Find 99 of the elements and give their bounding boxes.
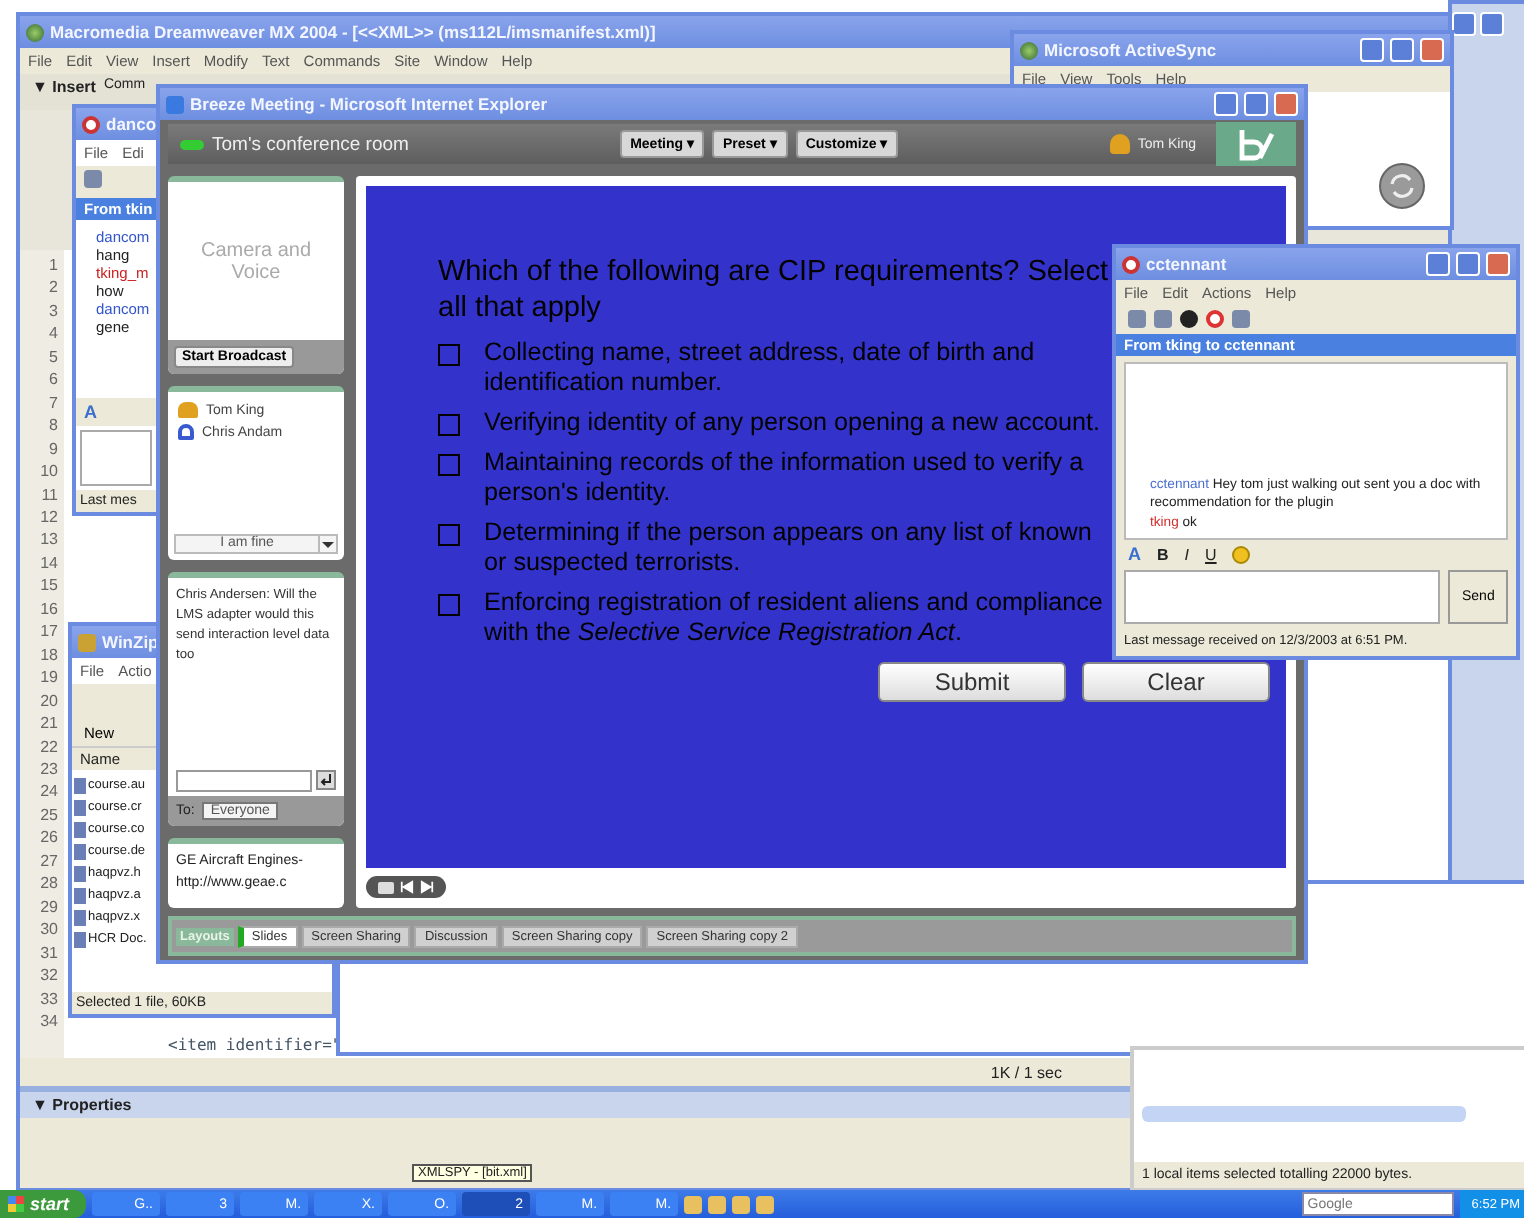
sync-icon[interactable]: [1378, 162, 1426, 210]
checkbox[interactable]: [438, 524, 460, 546]
scrollbar[interactable]: [1142, 1106, 1466, 1122]
window-title: danco: [106, 114, 157, 134]
line-number: 30: [40, 918, 58, 942]
line-number: 34: [40, 1009, 58, 1033]
format-button[interactable]: I: [1184, 545, 1190, 563]
app-icon: [82, 115, 100, 133]
font-color-button[interactable]: A: [84, 402, 97, 422]
maximize-button[interactable]: [1244, 92, 1268, 116]
window-title: Macromedia Dreamweaver MX 2004 - [<<XML>> (ms112L/imsmanifest.xml)]: [50, 22, 656, 42]
window-title: Breeze Meeting - Microsoft Internet Explorer: [190, 94, 548, 114]
minimize-button[interactable]: [1360, 38, 1384, 62]
panel-title[interactable]: ▼ Insert: [32, 78, 96, 106]
minimize-button[interactable]: [1426, 252, 1450, 276]
message-field[interactable]: [1124, 570, 1440, 624]
status-icon: [180, 139, 204, 149]
close-button[interactable]: [1420, 38, 1444, 62]
checkbox[interactable]: [438, 414, 460, 436]
person-icon: [178, 424, 194, 440]
windows-flag-icon: [8, 1196, 24, 1212]
line-number: 13: [40, 528, 58, 552]
line-number: 11: [41, 483, 58, 506]
line-number: 14: [40, 551, 58, 575]
format-button[interactable]: U: [1205, 545, 1217, 563]
dropdown-arrow-icon[interactable]: [318, 536, 336, 552]
line-number: 18: [40, 643, 58, 667]
quiz-button[interactable]: Submit: [878, 662, 1066, 702]
checkbox[interactable]: [438, 594, 460, 616]
checkbox[interactable]: [438, 454, 460, 476]
line-number: 10: [40, 460, 58, 484]
maximize-button[interactable]: [1480, 12, 1504, 36]
question-text: Which of the following are CIP requirements? Select all that apply: [436, 254, 1111, 326]
window-title: WinZip: [102, 632, 159, 652]
option-text: Collecting name, street address, date of birth and identification number.: [484, 338, 1037, 398]
line-number: 33: [40, 987, 58, 1010]
maximize-button[interactable]: [1456, 252, 1480, 276]
maximize-button[interactable]: [1390, 38, 1414, 62]
slide-icon[interactable]: [378, 881, 394, 893]
app-icon: [1122, 255, 1140, 273]
line-number: 6: [49, 368, 58, 392]
checkbox[interactable]: [438, 344, 460, 366]
line-number: 31: [40, 941, 58, 965]
logo-icon: [1216, 122, 1296, 166]
line-number: 26: [40, 826, 58, 850]
app-icon: [1020, 41, 1038, 59]
line-number: 20: [40, 689, 58, 713]
line-number: 24: [40, 780, 58, 804]
send-button[interactable]: [316, 770, 336, 790]
panel-title[interactable]: ▼ Properties: [32, 1096, 132, 1114]
next-button[interactable]: [420, 880, 434, 894]
line-number: 9: [49, 437, 58, 461]
format-button[interactable]: B: [1157, 545, 1169, 563]
line-number: 25: [40, 803, 58, 827]
chat-input-field[interactable]: [176, 770, 312, 792]
option-text: Maintaining records of the information used to verify a person's identity.: [484, 448, 1086, 508]
line-number: 16: [40, 597, 58, 621]
window-title: Microsoft ActiveSync: [1044, 40, 1217, 60]
close-button[interactable]: [1486, 252, 1510, 276]
line-number: 12: [40, 505, 58, 529]
host-icon: [178, 402, 198, 418]
line-number: 2: [49, 276, 58, 300]
line-number: 1: [49, 254, 58, 277]
line-number: 22: [40, 735, 58, 758]
smiley-icon[interactable]: [1232, 545, 1251, 563]
window-title: cctennant: [1146, 254, 1227, 274]
message-field[interactable]: [80, 430, 152, 486]
line-number: 8: [49, 414, 58, 438]
code-line: <item identifier=": [168, 1036, 344, 1054]
line-number: 17: [40, 620, 58, 644]
line-number: 3: [49, 299, 58, 323]
format-button[interactable]: A: [1128, 544, 1141, 564]
room-title: Tom's conference room: [212, 133, 409, 155]
status-text: 1K / 1 sec: [990, 1063, 1062, 1081]
line-number: 27: [40, 849, 58, 873]
line-number: 19: [40, 666, 58, 690]
line-number: 5: [49, 345, 58, 369]
line-number: 21: [40, 712, 58, 736]
option-text: Determining if the person appears on any list of known or suspected terrorists.: [484, 518, 1094, 578]
close-button[interactable]: [1274, 92, 1298, 116]
minimize-button[interactable]: [1452, 12, 1476, 36]
option-text: Verifying identity of any person opening a new account.: [484, 408, 1103, 438]
line-number: 7: [49, 391, 58, 415]
camera-label: Camera and Voice: [198, 237, 314, 287]
option-text: Enforcing registration of resident aliens and compliance with the Selective Service Registration Act.: [484, 588, 1105, 648]
previous-button[interactable]: [400, 880, 414, 894]
minimize-button[interactable]: [1214, 92, 1238, 116]
line-number: 32: [40, 964, 58, 987]
line-number: 28: [40, 872, 58, 896]
quiz-button[interactable]: Clear: [1082, 662, 1270, 702]
line-number: 4: [49, 322, 58, 346]
browser-icon: [166, 95, 184, 113]
app-icon: [78, 633, 96, 651]
line-number: 23: [40, 757, 58, 781]
line-number: 15: [40, 574, 58, 598]
app-icon: [26, 23, 44, 41]
line-number: 29: [40, 895, 58, 919]
user-icon: [1109, 134, 1130, 154]
start-button[interactable]: start: [0, 1190, 86, 1218]
